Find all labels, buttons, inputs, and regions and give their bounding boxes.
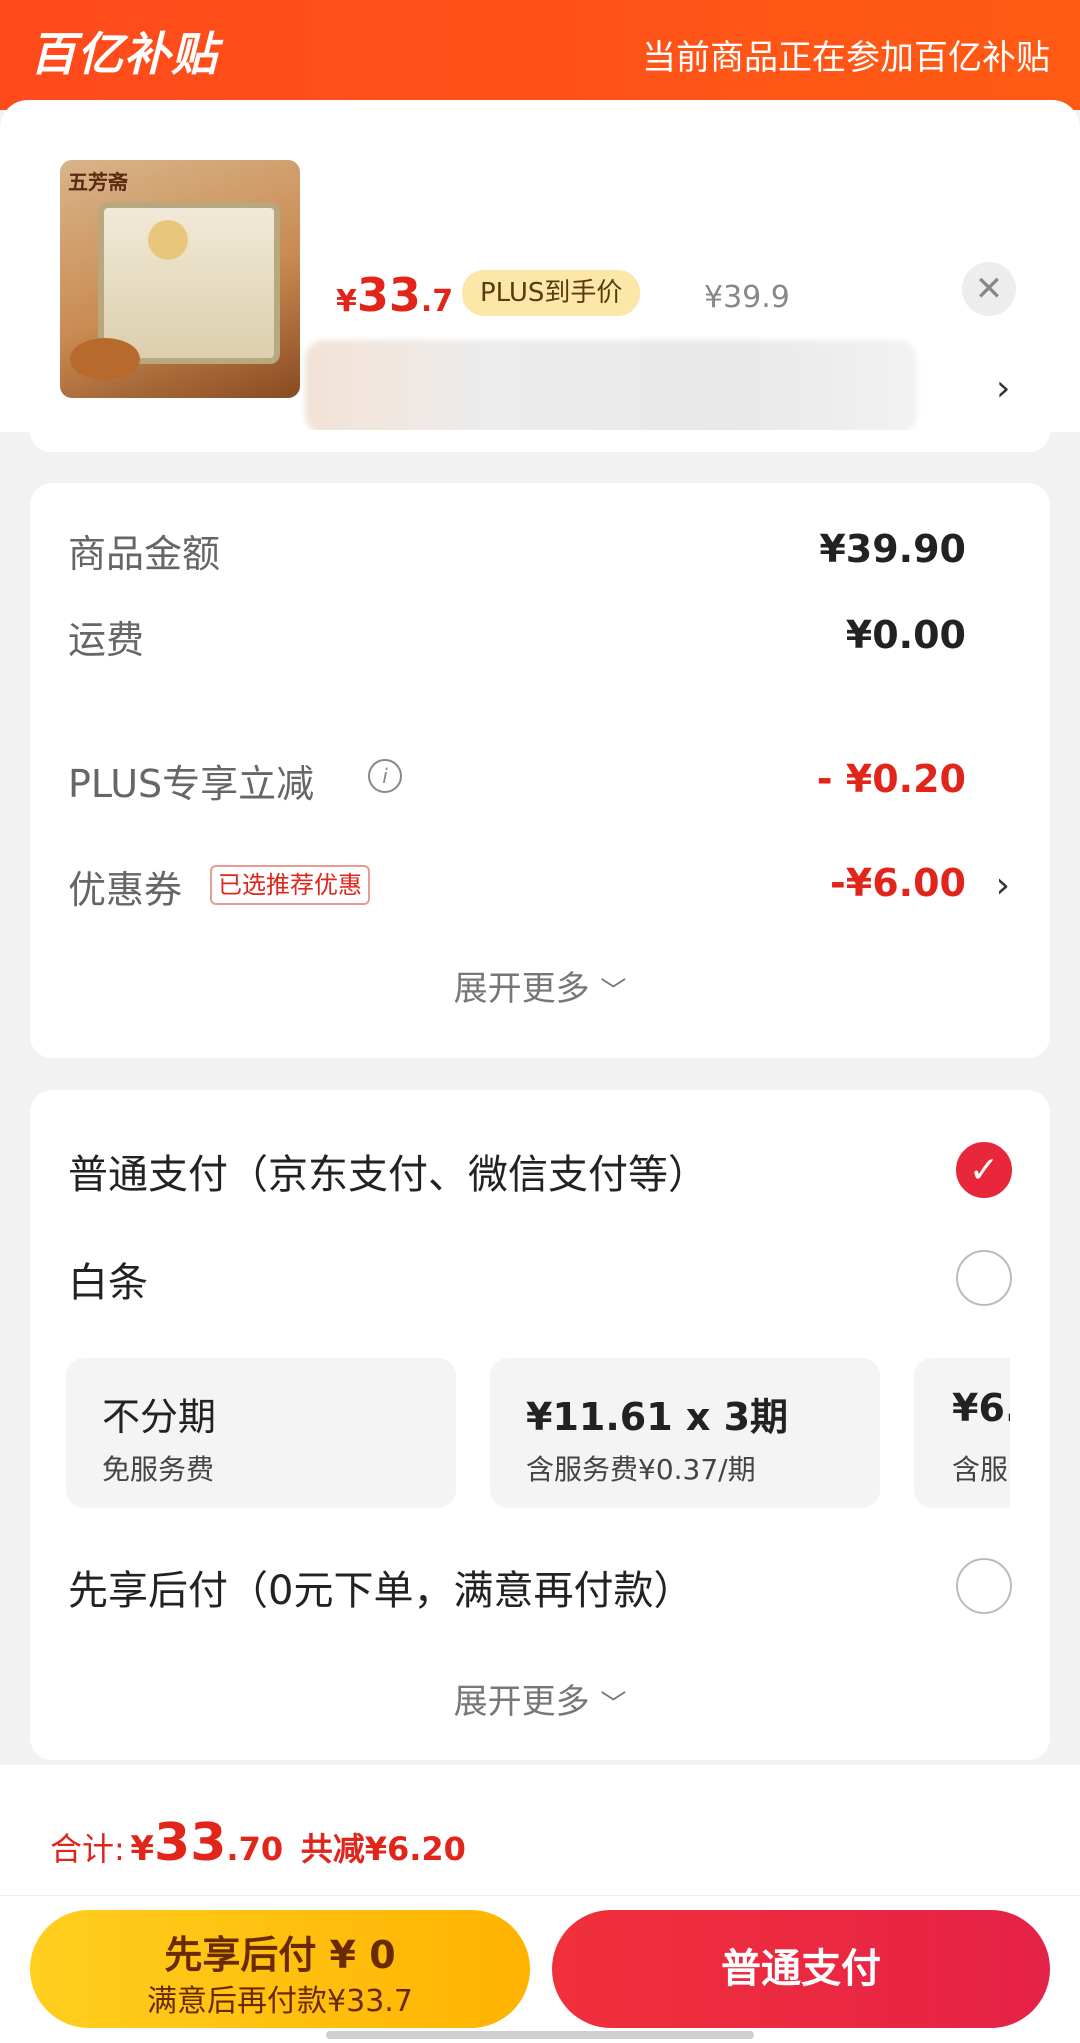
plan-option[interactable]: 不分期 免服务费	[66, 1358, 456, 1508]
plus-price-tag: PLUS到手价	[462, 270, 641, 316]
close-icon[interactable]: ✕	[962, 262, 1016, 316]
coupon-value[interactable]: -¥6.00	[830, 861, 966, 905]
expand-more-button[interactable]: 展开更多 ﹀	[30, 1674, 1050, 1723]
normal-pay-button[interactable]: 普通支付	[552, 1910, 1050, 2028]
baitiao-radio[interactable]	[956, 1250, 1012, 1306]
plan-option[interactable]: ¥6. 含服	[914, 1358, 1010, 1508]
top-banner: 百亿补贴 当前商品正在参加百亿补贴	[0, 0, 1080, 110]
total-saved: 共减¥6.20	[300, 1830, 466, 1868]
chevron-right-icon[interactable]: ›	[996, 368, 1010, 409]
brand-mark: 五芳斋	[68, 170, 128, 194]
card-edge	[30, 430, 1050, 452]
original-price: ¥39.9	[704, 280, 790, 315]
coupon-label: 优惠券	[68, 868, 183, 912]
current-price: ¥33.7	[336, 268, 454, 322]
promo-text: 当前商品正在参加百亿补贴	[642, 38, 1050, 78]
product-image: 五芳斋	[60, 160, 300, 398]
goods-amount-value: ¥39.90	[819, 527, 966, 571]
total-amount: 合计: ¥33.70 共减¥6.20	[50, 1813, 466, 1873]
action-bar: 先享后付 ¥ 0 满意后再付款¥33.7 普通支付	[0, 1896, 1080, 2043]
chevron-down-icon: ﹀	[600, 1690, 627, 1720]
price-summary-card: 商品金额 ¥39.90 运费 ¥0.00 PLUS专享立减 i - ¥0.20 …	[30, 483, 1050, 1058]
pay-later-button[interactable]: 先享后付 ¥ 0 满意后再付款¥33.7	[30, 1910, 530, 2028]
installment-plans: 不分期 免服务费 ¥11.61 x 3期 含服务费¥0.37/期 ¥6. 含服	[66, 1358, 1010, 1508]
payment-method-card: 普通支付（京东支付、微信支付等） ✓ 白条 不分期 免服务费 ¥11.61 x …	[30, 1090, 1050, 1760]
mooncake-shape	[70, 338, 140, 380]
plus-discount-label: PLUS专享立减	[68, 762, 315, 806]
shipping-label: 运费	[68, 618, 145, 662]
product-card[interactable]: 五芳斋 ¥33.7 PLUS到手价 ¥39.9 ✕ ›	[0, 100, 1080, 435]
plus-discount-value: - ¥0.20	[816, 757, 966, 801]
product-title-blurred	[305, 340, 917, 435]
expand-more-label: 展开更多	[453, 969, 590, 1009]
total-bar: 合计: ¥33.70 共减¥6.20	[0, 1765, 1080, 1896]
pay-later-radio[interactable]	[956, 1558, 1012, 1614]
plan-option[interactable]: ¥11.61 x 3期 含服务费¥0.37/期	[490, 1358, 880, 1508]
giftbox-shape	[98, 202, 280, 364]
subsidy-logo: 百亿补贴	[30, 27, 218, 81]
checkout-sheet: 五芳斋 ¥33.7 PLUS到手价 ¥39.9 ✕ › 商品金额 ¥39.90 …	[0, 100, 1080, 1765]
chevron-right-icon[interactable]: ›	[996, 865, 1010, 906]
expand-more-button[interactable]: 展开更多 ﹀	[30, 961, 1050, 1010]
normal-payment-label[interactable]: 普通支付（京东支付、微信支付等）	[68, 1142, 708, 1200]
info-icon[interactable]: i	[368, 759, 402, 793]
expand-more-label: 展开更多	[453, 1682, 590, 1722]
baitiao-label[interactable]: 白条	[68, 1250, 148, 1308]
shipping-value: ¥0.00	[845, 613, 966, 657]
goods-amount-label: 商品金额	[68, 532, 221, 576]
normal-payment-radio[interactable]: ✓	[956, 1142, 1012, 1198]
coupon-recommend-tag: 已选推荐优惠	[210, 865, 370, 905]
moon-shape	[148, 220, 188, 260]
home-indicator	[326, 2031, 754, 2039]
pay-later-label[interactable]: 先享后付（0元下单，满意再付款）	[68, 1558, 693, 1616]
chevron-down-icon: ﹀	[600, 977, 627, 1007]
